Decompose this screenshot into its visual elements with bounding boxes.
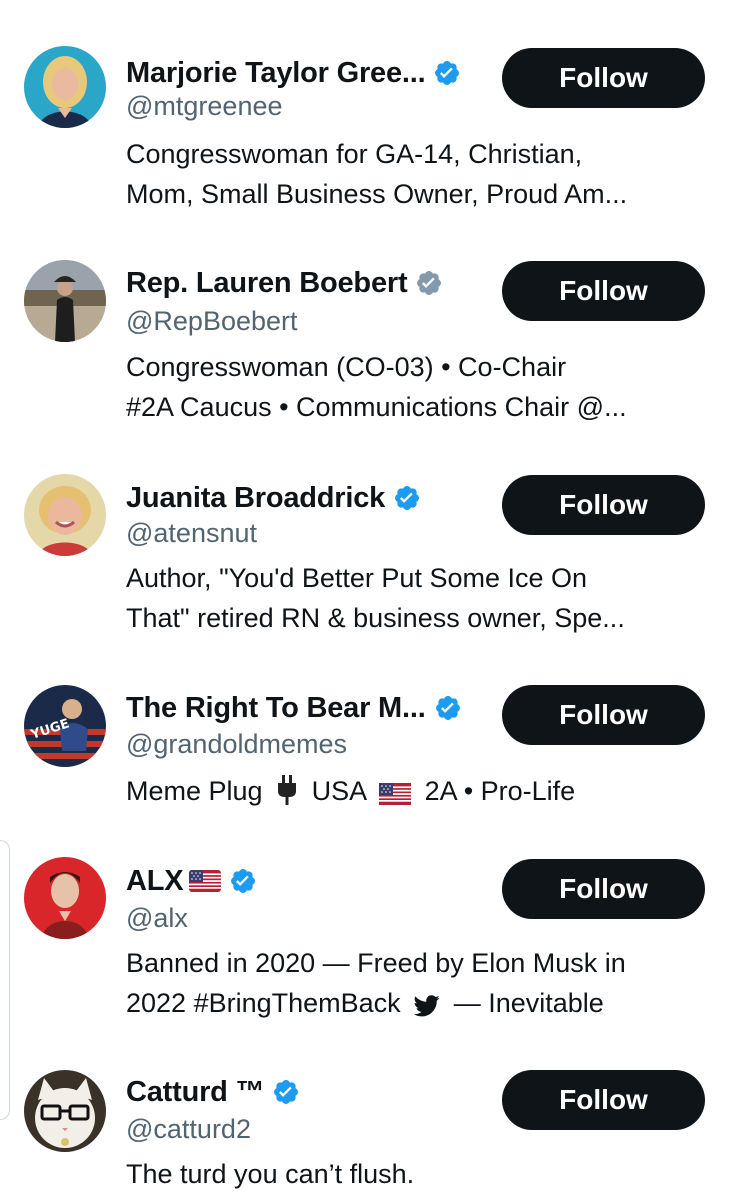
name-line: The Right To Bear M... — [126, 688, 462, 728]
account-row[interactable]: Catturd ™ @catturd2 The turd you can’t f… — [0, 1050, 729, 1200]
handle: @grandoldmemes — [126, 729, 348, 759]
account-row[interactable]: YUGE The Right To Bear M... @grandoldmem… — [0, 665, 729, 835]
bio: Banned in 2020 — Freed by Elon Musk in 2… — [126, 943, 716, 1023]
bio-line: Banned in 2020 — Freed by Elon Musk in — [126, 948, 626, 978]
handle: @alx — [126, 903, 188, 933]
who-to-follow-list: Marjorie Taylor Gree... @mtgreenee Congr… — [0, 0, 729, 1200]
display-name[interactable]: ALX — [126, 865, 184, 898]
bio: Congresswoman (CO-03) • Co-Chair #2A Cau… — [126, 347, 716, 427]
handle: @atensnut — [126, 518, 257, 548]
bio: Meme Plug USA 2A • Pro-Life — [126, 771, 716, 811]
follow-button[interactable]: Follow — [502, 1070, 705, 1130]
bio-line: Congresswoman (CO-03) • Co-Chair — [126, 352, 567, 382]
bio: Author, "You'd Better Put Some Ice On Th… — [126, 558, 716, 638]
account-row[interactable]: Rep. Lauren Boebert @RepBoebert Congress… — [0, 235, 729, 450]
bio-text: USA — [311, 776, 366, 806]
display-name[interactable]: Rep. Lauren Boebert — [126, 267, 408, 300]
bio-line: The turd you can’t flush. — [126, 1159, 415, 1189]
verified-badge-icon — [229, 867, 257, 895]
avatar[interactable] — [24, 857, 106, 939]
bio-line: Meme Plug USA 2A • Pro-Life — [126, 771, 716, 811]
display-name[interactable]: The Right To Bear M... — [126, 692, 426, 725]
bio-text: 2A • Pro-Life — [424, 776, 576, 806]
bio-line: That" retired RN & business owner, Spe..… — [126, 603, 625, 633]
follow-button[interactable]: Follow — [502, 261, 705, 321]
bio-text: — Inevitable — [453, 988, 604, 1018]
name-line: Rep. Lauren Boebert — [126, 263, 443, 303]
verified-badge-icon — [434, 694, 462, 722]
bio: Congresswoman for GA-14, Christian, Mom,… — [126, 134, 716, 214]
plug-icon — [276, 775, 298, 811]
account-row[interactable]: Juanita Broaddrick @atensnut Author, "Yo… — [0, 450, 729, 665]
verified-badge-icon — [433, 59, 461, 87]
name-line: Juanita Broaddrick — [126, 478, 421, 518]
bio-text: Meme Plug — [126, 776, 263, 806]
verified-badge-icon — [272, 1078, 300, 1106]
name-line: ALX — [126, 861, 257, 901]
account-row[interactable]: ALX @alx Banned in 2020 — Freed by Elon … — [0, 835, 729, 1050]
bio-line: Mom, Small Business Owner, Proud Am... — [126, 179, 628, 209]
bio-line: Author, "You'd Better Put Some Ice On — [126, 563, 588, 593]
name-line: Catturd ™ — [126, 1072, 300, 1112]
display-name[interactable]: Marjorie Taylor Gree... — [126, 57, 426, 90]
us-flag-icon — [189, 870, 221, 892]
us-flag-icon — [379, 776, 411, 811]
bio-line: Congresswoman for GA-14, Christian, — [126, 139, 583, 169]
avatar[interactable] — [24, 46, 106, 128]
avatar[interactable] — [24, 474, 106, 556]
follow-button[interactable]: Follow — [502, 685, 705, 745]
handle: @RepBoebert — [126, 306, 298, 336]
handle: @mtgreenee — [126, 91, 283, 121]
name-line: Marjorie Taylor Gree... — [126, 53, 461, 93]
bio-text: 2022 #BringThemBack — [126, 988, 401, 1018]
handle: @catturd2 — [126, 1114, 251, 1144]
bio-line: 2022 #BringThemBack — Inevitable — [126, 983, 716, 1023]
display-name[interactable]: Catturd ™ — [126, 1076, 265, 1109]
bio-line: #2A Caucus • Communications Chair @... — [126, 392, 627, 422]
avatar[interactable] — [24, 1070, 106, 1152]
display-name[interactable]: Juanita Broaddrick — [126, 482, 385, 515]
avatar[interactable] — [24, 260, 106, 342]
verified-badge-icon — [393, 484, 421, 512]
twitter-bird-icon — [413, 988, 440, 1023]
follow-button[interactable]: Follow — [502, 475, 705, 535]
avatar[interactable]: YUGE — [24, 685, 106, 767]
follow-button[interactable]: Follow — [502, 48, 705, 108]
bio: The turd you can’t flush. — [126, 1154, 716, 1194]
verified-badge-gray-icon — [415, 269, 443, 297]
account-row[interactable]: Marjorie Taylor Gree... @mtgreenee Congr… — [0, 0, 729, 235]
follow-button[interactable]: Follow — [502, 859, 705, 919]
